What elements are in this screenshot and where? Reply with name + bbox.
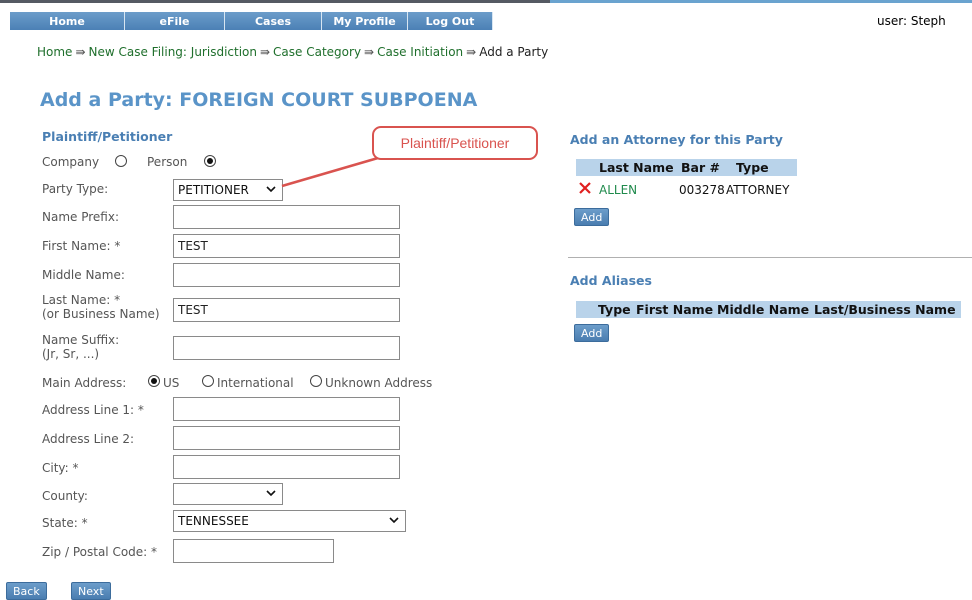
first-name-label: First Name: * [42, 239, 121, 253]
middle-name-input[interactable] [173, 263, 400, 287]
company-radio[interactable] [115, 155, 127, 167]
callout-arrow-icon [281, 156, 379, 188]
last-name-label-line2: (or Business Name) [42, 307, 160, 321]
last-name-input[interactable] [173, 298, 400, 322]
county-select[interactable] [173, 483, 283, 505]
alias-col-middle-name: Middle Name [717, 302, 810, 317]
address-international-radio[interactable] [202, 375, 214, 387]
attorney-table-header: Last Name Bar # Type [576, 159, 797, 176]
party-type-value: PETITIONER [178, 183, 249, 197]
breadcrumb: Home ⇛ New Case Filing: Jurisdiction ⇛ Case … [37, 45, 548, 59]
breadcrumb-separator: ⇛ [259, 45, 271, 59]
main-address-label: Main Address: [42, 376, 127, 390]
address-unknown-label: Unknown Address [325, 376, 433, 390]
add-attorney-button[interactable]: Add [574, 208, 610, 226]
name-suffix-input[interactable] [173, 336, 400, 360]
attorney-last-name-link[interactable]: ALLEN [599, 183, 637, 197]
county-label: County: [42, 489, 88, 503]
last-name-label-line1: Last Name: * [42, 293, 121, 307]
address-unknown-radio[interactable] [310, 375, 322, 387]
attorney-col-type: Type [736, 160, 769, 175]
breadcrumb-separator: ⇛ [466, 45, 477, 59]
address-line2-input[interactable] [173, 426, 400, 450]
alias-col-first-name: First Name [636, 302, 714, 317]
top-accent-bar [0, 0, 972, 3]
nav-efile[interactable]: eFile [125, 12, 225, 30]
zip-input[interactable] [173, 539, 334, 563]
first-name-input[interactable] [173, 234, 400, 258]
nav-log-out[interactable]: Log Out [408, 12, 493, 30]
state-select[interactable]: TENNESSEE [173, 510, 406, 532]
top-accent-light [550, 0, 972, 3]
back-button[interactable]: Back [6, 582, 47, 600]
address-line1-label: Address Line 1: * [42, 403, 144, 417]
address-line2-label: Address Line 2: [42, 432, 135, 446]
attorney-bar-number: 003278 [679, 183, 725, 197]
zip-label: Zip / Postal Code: * [42, 545, 158, 559]
attorney-col-bar: Bar # [681, 160, 720, 175]
city-label: City: * [42, 461, 79, 475]
add-alias-button[interactable]: Add [574, 324, 610, 342]
state-label: State: * [42, 516, 88, 530]
address-us-label: US [163, 376, 180, 390]
person-radio[interactable] [204, 155, 216, 167]
delete-x-icon[interactable] [578, 181, 592, 195]
breadcrumb-separator: ⇛ [75, 45, 86, 59]
breadcrumb-case-initiation[interactable]: Case Initiation [377, 45, 463, 59]
party-type-select[interactable]: PETITIONER [173, 179, 283, 201]
name-prefix-input[interactable] [173, 205, 400, 229]
name-suffix-label-line1: Name Suffix: [42, 333, 120, 347]
attorney-col-last-name: Last Name [599, 160, 674, 175]
callout-annotation: Plaintiff/Petitioner [372, 126, 538, 160]
aliases-section-title: Add Aliases [570, 273, 652, 288]
address-us-radio[interactable] [148, 375, 160, 387]
company-radio-label: Company [42, 155, 100, 169]
alias-col-last-business-name: Last/Business Name [814, 302, 956, 317]
breadcrumb-jurisdiction[interactable]: New Case Filing: Jurisdiction [89, 45, 257, 59]
main-nav: Home eFile Cases My Profile Log Out [10, 12, 493, 30]
person-radio-label: Person [147, 155, 188, 169]
breadcrumb-separator: ⇛ [364, 45, 375, 59]
chevron-down-icon [266, 186, 276, 193]
name-suffix-label: Name Suffix: (Jr, Sr, ...) [42, 333, 119, 361]
name-prefix-label: Name Prefix: [42, 210, 119, 224]
address-international-label: International [217, 376, 294, 390]
breadcrumb-current: Add a Party [479, 45, 549, 59]
page-title: Add a Party: FOREIGN COURT SUBPOENA [40, 89, 478, 111]
middle-name-label: Middle Name: [42, 268, 125, 282]
city-input[interactable] [173, 455, 400, 479]
alias-col-type: Type [598, 302, 631, 317]
name-suffix-label-line2: (Jr, Sr, ...) [42, 347, 100, 361]
state-value: TENNESSEE [178, 514, 249, 528]
section-title-plaintiff: Plaintiff/Petitioner [42, 129, 173, 144]
breadcrumb-home[interactable]: Home [37, 45, 72, 59]
section-divider [568, 257, 972, 258]
last-name-label: Last Name: * (or Business Name) [42, 293, 160, 321]
top-accent-dark [0, 0, 550, 3]
next-button[interactable]: Next [71, 582, 111, 600]
nav-my-profile[interactable]: My Profile [322, 12, 408, 30]
attorney-type: ATTORNEY [726, 183, 790, 197]
user-label: user: Steph [877, 14, 946, 28]
chevron-down-icon [266, 490, 276, 497]
party-type-label: Party Type: [42, 182, 109, 196]
chevron-down-icon [389, 517, 399, 524]
aliases-table-header: Type First Name Middle Name Last/Busines… [576, 301, 961, 318]
nav-cases[interactable]: Cases [225, 12, 322, 30]
nav-home[interactable]: Home [10, 12, 125, 30]
address-line1-input[interactable] [173, 397, 400, 421]
breadcrumb-case-category[interactable]: Case Category [273, 45, 361, 59]
attorney-section-title: Add an Attorney for this Party [570, 132, 783, 147]
